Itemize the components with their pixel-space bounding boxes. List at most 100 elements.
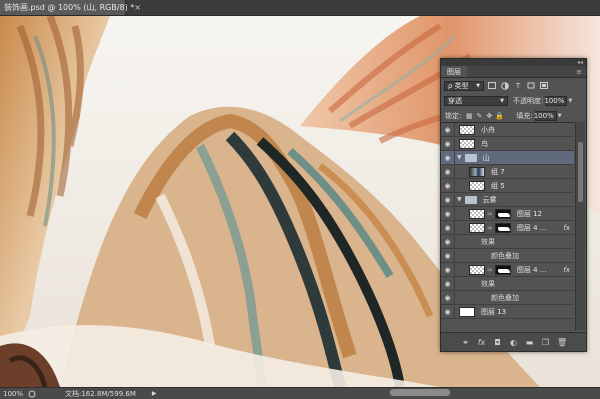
link-layers-icon[interactable]: ⚭ [461, 338, 470, 347]
panel-menu-icon[interactable]: ≡ [576, 68, 582, 76]
folder-icon [464, 153, 477, 162]
eye-icon[interactable]: ◉ [441, 178, 455, 193]
image-filter-icon[interactable] [487, 81, 497, 90]
doc-info: 文档:162.8M/599.6M [65, 389, 136, 398]
link-icon[interactable]: ∞ [487, 210, 493, 218]
adjustment-layer-icon[interactable]: ◐ [509, 338, 518, 347]
layer-row[interactable]: ◉ ∞ 图层 12 [441, 206, 574, 221]
eye-icon[interactable]: ◉ [441, 150, 455, 165]
layer-row[interactable]: ◉ 组 5 [441, 178, 574, 193]
filter-kind-select[interactable]: ρ 类型 ▼ [444, 80, 484, 91]
effect-row[interactable]: ◉ 颜色叠加 [441, 290, 574, 305]
opacity-input[interactable]: 100% [544, 95, 568, 106]
fill-input[interactable]: 100% [534, 110, 557, 121]
layers-list: ◉ 小舟 ◉ 鸟 ◉ ▼ 山 ◉ 组 7 ◉ 组 5 ◉ ▼ 云雾 ◉ ∞ 图层… [441, 122, 574, 331]
status-menu-arrow[interactable]: ▶ [152, 390, 157, 397]
eye-icon[interactable]: ◉ [441, 290, 455, 305]
add-mask-icon[interactable]: ◘ [493, 338, 502, 347]
eye-icon[interactable]: ◉ [441, 234, 455, 249]
eye-icon[interactable]: ◉ [441, 262, 455, 277]
layer-row[interactable]: ◉ ∞ 图层 4 ... fx [441, 220, 574, 235]
layer-name: 组 5 [491, 181, 505, 190]
effect-name: 颜色叠加 [491, 293, 519, 302]
effect-row[interactable]: ◉ 颜色叠加 [441, 248, 574, 263]
layer-name: 山 [482, 153, 490, 162]
layer-thumbnail [469, 208, 485, 219]
shape-filter-icon[interactable] [526, 81, 536, 90]
layer-name: 鸟 [481, 139, 488, 148]
lock-position-icon[interactable]: ✥ [484, 112, 494, 120]
layer-thumbnail [469, 222, 485, 233]
lock-paint-icon[interactable]: ✎ [474, 112, 484, 120]
export-icon[interactable] [27, 390, 37, 398]
fx-icon[interactable]: fx [477, 338, 486, 347]
tab-layers[interactable]: 图层 [441, 66, 467, 77]
blend-mode-value: 穿透 [448, 96, 462, 105]
expand-triangle-icon[interactable]: ▼ [457, 196, 462, 203]
layer-name: 云雾 [482, 195, 497, 204]
delete-layer-icon[interactable]: 🗑 [557, 338, 567, 347]
fill-label: 填充: [516, 111, 533, 120]
new-layer-icon[interactable]: ❐ [541, 338, 550, 347]
eye-icon[interactable]: ◉ [441, 276, 455, 291]
fill-dropdown-icon[interactable]: ▼ [557, 111, 563, 121]
layer-name: 图层 13 [481, 307, 507, 316]
layer-name: 小舟 [481, 125, 495, 134]
eye-icon[interactable]: ◉ [441, 164, 455, 179]
mask-thumbnail[interactable] [494, 208, 511, 219]
fx-icon[interactable]: fx [563, 266, 570, 274]
expand-triangle-icon[interactable]: ▼ [457, 154, 462, 161]
filter-row: ρ 类型 ▼ T [441, 78, 586, 93]
panel-tab-row: 图层 ≡ [441, 66, 586, 78]
layer-thumbnail [459, 306, 475, 317]
eye-icon[interactable]: ◉ [441, 220, 455, 235]
horizontal-scrollbar-thumb[interactable] [390, 389, 450, 396]
layers-scrollbar[interactable] [575, 122, 585, 330]
eye-icon[interactable]: ◉ [441, 122, 455, 137]
document-tab[interactable]: 装饰画.psd @ 100% (山, RGB/8) * × [0, 0, 141, 15]
lock-all-icon[interactable]: 🔒 [494, 112, 504, 120]
document-tab-bar: 装饰画.psd @ 100% (山, RGB/8) * × [0, 0, 600, 16]
lock-transparent-icon[interactable]: ▦ [464, 112, 474, 120]
panel-titlebar[interactable]: ◂◂ [441, 59, 586, 66]
zoom-level[interactable]: 100% [0, 390, 25, 398]
mask-thumbnail[interactable] [494, 222, 511, 233]
adjustment-filter-icon[interactable] [500, 81, 510, 90]
new-group-icon[interactable]: ▬ [525, 338, 534, 347]
search-icon: ρ [448, 81, 453, 90]
folder-icon [464, 195, 477, 204]
eye-icon[interactable]: ◉ [441, 192, 455, 207]
layer-row[interactable]: ◉ 鸟 [441, 136, 574, 151]
layer-name: 组 7 [491, 167, 505, 176]
close-icon[interactable]: × [134, 3, 141, 12]
opacity-dropdown-icon[interactable]: ▼ [567, 96, 573, 106]
smart-object-filter-icon[interactable] [539, 81, 549, 90]
lock-icons: ▦ ✎ ✥ 🔒 [464, 112, 504, 120]
status-bar: 100% 文档:162.8M/599.6M ▶ [0, 387, 600, 399]
collapse-icon[interactable]: ◂◂ [577, 59, 583, 66]
eye-icon[interactable]: ◉ [441, 136, 455, 151]
effect-name: 颜色叠加 [491, 251, 519, 260]
layers-panel: ◂◂ 图层 ≡ ρ 类型 ▼ T 穿透 ▼ 不透明度: 100% ▼ 锁定: ▦… [440, 58, 587, 352]
eye-icon[interactable]: ◉ [441, 248, 455, 263]
layer-name: 图层 12 [516, 209, 542, 218]
effects-row[interactable]: ◉ 效果 [441, 276, 574, 291]
fx-icon[interactable]: fx [563, 224, 570, 232]
layer-group-row[interactable]: ◉ ▼ 云雾 [441, 192, 574, 207]
link-icon[interactable]: ∞ [487, 266, 493, 274]
eye-icon[interactable]: ◉ [441, 206, 455, 221]
effects-row[interactable]: ◉ 效果 [441, 234, 574, 249]
layer-group-row[interactable]: ◉ ▼ 山 [441, 150, 574, 165]
layer-row[interactable]: ◉ 组 7 [441, 164, 574, 179]
mask-thumbnail[interactable] [494, 264, 511, 275]
layer-row[interactable]: ◉ 小舟 [441, 122, 574, 137]
effects-label: 效果 [481, 237, 495, 246]
eye-icon[interactable]: ◉ [441, 304, 455, 319]
blend-mode-select[interactable]: 穿透 ▼ [444, 95, 508, 106]
link-icon[interactable]: ∞ [487, 224, 493, 232]
layer-row[interactable]: ◉ 图层 13 [441, 304, 574, 319]
type-filter-icon[interactable]: T [513, 81, 523, 90]
chevron-down-icon: ▼ [500, 97, 504, 104]
scrollbar-thumb[interactable] [578, 142, 583, 202]
layer-row[interactable]: ◉ ∞ 图层 4 ... fx [441, 262, 574, 277]
